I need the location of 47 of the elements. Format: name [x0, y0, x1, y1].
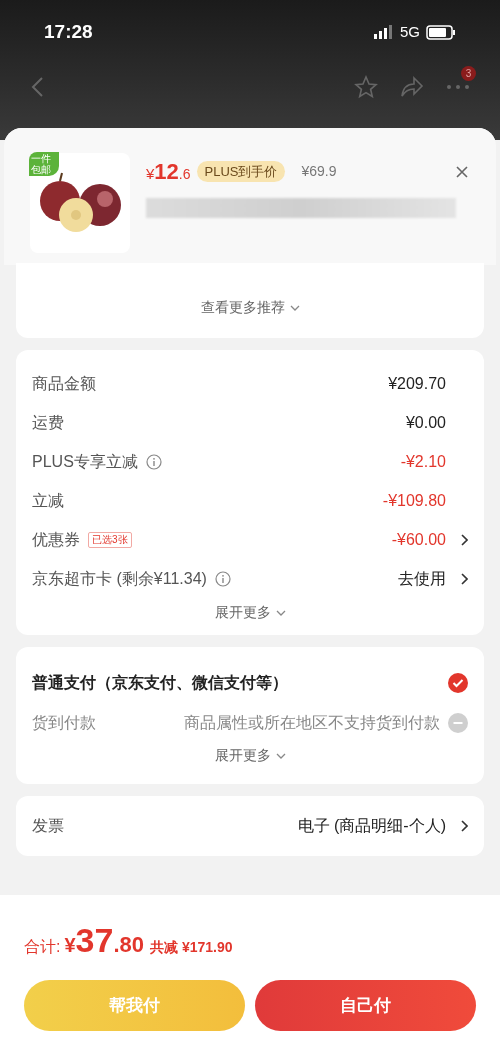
amount-label: PLUS专享立减 — [32, 451, 138, 472]
original-price: ¥69.9 — [301, 162, 337, 181]
product-price: ¥12.6 — [146, 158, 191, 186]
total-label: 合计: — [24, 937, 61, 957]
more-icon[interactable] — [446, 83, 470, 90]
signal-icon — [374, 25, 394, 40]
amount-value: ¥209.70 — [388, 373, 446, 394]
amount-value: ¥0.00 — [405, 412, 446, 433]
amount-value: -¥109.80 — [382, 490, 446, 511]
chevron-down-icon — [275, 752, 286, 759]
close-icon[interactable] — [456, 165, 468, 178]
notification-badge: 3 — [461, 65, 476, 81]
chevron-right-icon — [460, 820, 468, 832]
invoice-value: 电子 (商品明细-个人) — [297, 816, 446, 836]
amount-label: 优惠券 — [32, 529, 80, 550]
amount-value: -¥2.10 — [400, 451, 446, 472]
coupon-tag: 已选3张 — [88, 531, 132, 548]
invoice-card[interactable]: 发票 电子 (商品明细-个人) — [16, 796, 484, 856]
star-icon[interactable] — [354, 74, 378, 99]
amount-value[interactable]: -¥60.00 — [391, 527, 446, 552]
invoice-label: 发票 — [32, 816, 64, 836]
chevron-down-icon — [289, 304, 300, 311]
back-icon[interactable] — [30, 75, 44, 98]
payment-note: 商品属性或所在地区不支持货到付款 — [184, 713, 440, 733]
plus-price-tag: PLUS到手价 — [196, 160, 286, 183]
pay-button[interactable]: 自己付 — [255, 980, 476, 1031]
more-recommendations-link[interactable]: 查看更多推荐 — [200, 297, 300, 318]
share-icon[interactable] — [400, 75, 424, 98]
info-icon[interactable] — [145, 453, 162, 470]
info-icon[interactable] — [214, 570, 231, 587]
battery-icon — [426, 24, 456, 40]
total-price: ¥37.80 — [64, 920, 144, 961]
saved-amount: 共减 ¥171.90 — [150, 938, 233, 957]
amount-label: 运费 — [32, 412, 64, 433]
amount-value[interactable]: 去使用 — [398, 566, 446, 591]
amount-label: 商品金额 — [32, 373, 96, 394]
free-shipping-ribbon: 一件包邮 — [29, 152, 59, 176]
selected-check-icon[interactable] — [448, 673, 468, 693]
amount-label: 立减 — [32, 490, 64, 511]
chevron-down-icon — [275, 609, 286, 616]
payment-option: 货到付款 — [32, 711, 96, 735]
expand-more-link[interactable]: 展开更多 — [214, 602, 286, 623]
network-label: 5G — [400, 22, 420, 42]
expand-more-link[interactable]: 展开更多 — [214, 745, 286, 766]
payment-option[interactable]: 普通支付（京东支付、微信支付等） — [32, 671, 288, 695]
amount-label: 京东超市卡 (剩余¥11.34) — [32, 568, 207, 589]
status-time: 17:28 — [44, 20, 93, 44]
